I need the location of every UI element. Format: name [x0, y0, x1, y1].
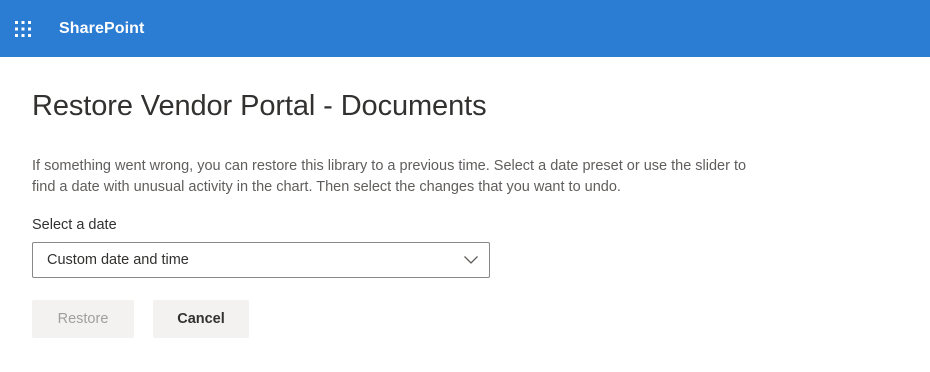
brand-link[interactable]: SharePoint	[59, 20, 144, 38]
app-launcher-button[interactable]	[0, 0, 46, 57]
restore-button[interactable]: Restore	[32, 300, 134, 338]
waffle-icon	[13, 19, 33, 39]
dropdown-selected-value: Custom date and time	[47, 252, 189, 268]
chevron-down-icon	[453, 243, 489, 277]
suite-header: SharePoint	[0, 0, 930, 57]
date-field-label: Select a date	[32, 217, 117, 233]
restore-description: If something went wrong, you can restore…	[32, 158, 747, 195]
page-title: Restore Vendor Portal - Documents	[32, 90, 487, 122]
cancel-button[interactable]: Cancel	[153, 300, 249, 338]
date-preset-dropdown[interactable]: Custom date and time	[32, 242, 490, 278]
